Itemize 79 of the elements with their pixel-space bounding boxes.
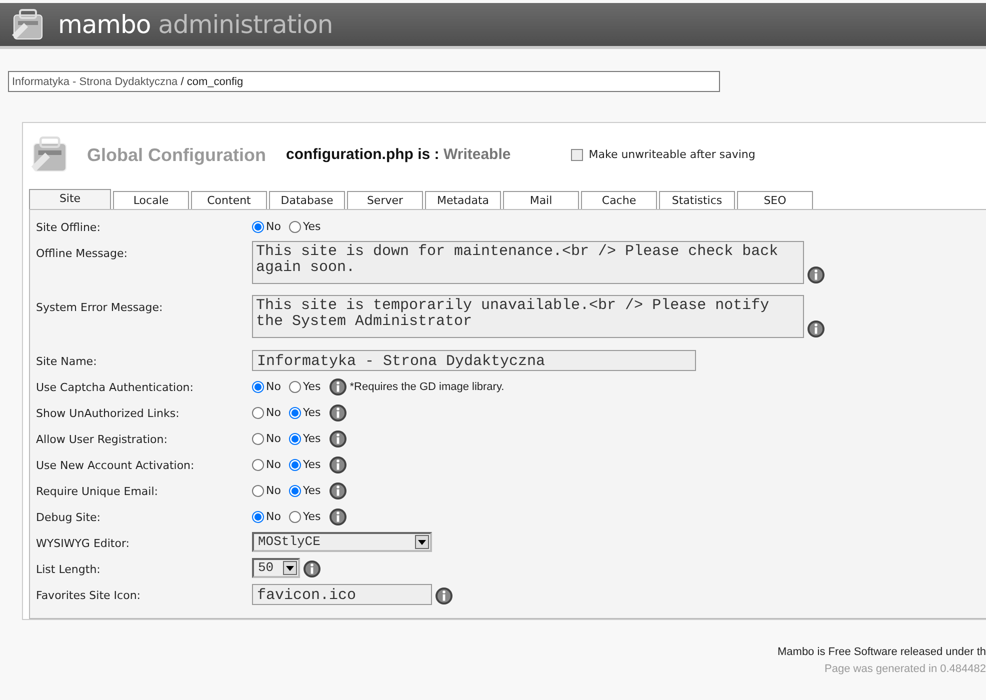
radio-button[interactable] bbox=[252, 381, 264, 394]
radio-button[interactable] bbox=[252, 221, 264, 234]
tab[interactable]: Database bbox=[269, 191, 345, 209]
radio-button[interactable] bbox=[252, 433, 264, 446]
radio-label: No bbox=[266, 509, 281, 525]
radio-label: No bbox=[266, 457, 281, 473]
field-label: Use New Account Activation: bbox=[36, 458, 196, 474]
info-icon[interactable] bbox=[328, 508, 347, 526]
radio-button[interactable] bbox=[252, 511, 264, 524]
field-label: Debug Site: bbox=[36, 510, 102, 526]
radio-button[interactable] bbox=[252, 459, 264, 472]
page-title: Global Configuration bbox=[87, 144, 266, 167]
checkbox-label: Make unwriteable after saving bbox=[588, 146, 756, 163]
radio-label: Yes bbox=[302, 431, 321, 447]
radio-label: Yes bbox=[302, 483, 321, 499]
field-label: Offline Message: bbox=[36, 246, 129, 262]
tab[interactable]: Server bbox=[347, 191, 423, 209]
info-icon[interactable] bbox=[807, 320, 825, 338]
caret-icon bbox=[418, 540, 426, 544]
mambo-link[interactable]: Mambo bbox=[778, 646, 814, 658]
radio-button[interactable] bbox=[252, 485, 264, 498]
radio-button[interactable] bbox=[252, 407, 264, 420]
info-icon[interactable] bbox=[435, 587, 453, 605]
text-field[interactable]: favicon.ico bbox=[252, 584, 432, 605]
radio-button[interactable] bbox=[288, 433, 301, 446]
select-field[interactable]: 50 bbox=[252, 558, 300, 578]
tab[interactable]: Mail bbox=[503, 191, 579, 209]
radio-button[interactable] bbox=[288, 407, 301, 420]
field-label: Site Name: bbox=[36, 354, 98, 370]
tab[interactable]: Cache bbox=[581, 191, 657, 209]
field-label: WYSIWYG Editor: bbox=[36, 536, 131, 552]
pathway-bar: Informatyka - Strona Dydaktyczna / com_config bbox=[8, 71, 720, 92]
tab[interactable]: Metadata bbox=[425, 191, 501, 209]
tab[interactable]: Statistics bbox=[659, 191, 735, 209]
info-icon[interactable] bbox=[807, 266, 825, 284]
text-area[interactable]: This site is temporarily unavailable.<br /> Please notify the System Administrator bbox=[252, 295, 804, 338]
radio-label: No bbox=[266, 379, 281, 395]
radio-label: No bbox=[266, 405, 281, 421]
field-label: System Error Message: bbox=[36, 300, 164, 316]
radio-label: Yes bbox=[302, 219, 321, 235]
info-icon[interactable] bbox=[328, 378, 347, 396]
checkbox[interactable] bbox=[570, 149, 583, 161]
file-status: configuration.php is : Writeable bbox=[286, 144, 511, 165]
info-icon[interactable] bbox=[328, 482, 347, 500]
text-field[interactable]: Informatyka - Strona Dydaktyczna bbox=[252, 350, 696, 371]
radio-label: No bbox=[266, 219, 281, 235]
tab[interactable]: Site bbox=[29, 189, 111, 209]
generated-text: Page was generated in 0.484482 bbox=[824, 662, 986, 676]
field-label: Show UnAuthorized Links: bbox=[36, 406, 180, 422]
radio-button[interactable] bbox=[288, 221, 301, 234]
select-field[interactable]: MOStlyCE bbox=[252, 532, 432, 552]
radio-button[interactable] bbox=[288, 459, 301, 472]
note-text: *Requires the GD image library. bbox=[350, 380, 504, 395]
info-icon[interactable] bbox=[328, 456, 347, 474]
field-label: Use Captcha Authentication: bbox=[36, 380, 194, 396]
radio-label: Yes bbox=[302, 379, 321, 395]
field-label: Allow User Registration: bbox=[36, 432, 168, 448]
radio-button[interactable] bbox=[288, 511, 301, 524]
info-icon[interactable] bbox=[328, 404, 347, 422]
field-label: Favorites Site Icon: bbox=[36, 588, 142, 604]
field-label: Site Offline: bbox=[36, 220, 102, 236]
brand-title: mambo administration bbox=[58, 8, 333, 41]
tab[interactable]: Locale bbox=[113, 191, 189, 209]
field-label: List Length: bbox=[36, 562, 102, 578]
text-area[interactable]: This site is down for maintenance.<br /> Please check back again soon. bbox=[252, 241, 804, 284]
radio-label: No bbox=[266, 483, 281, 499]
radio-label: Yes bbox=[302, 509, 321, 525]
field-label: Require Unique Email: bbox=[36, 484, 159, 500]
radio-label: Yes bbox=[302, 405, 321, 421]
tab[interactable]: SEO bbox=[737, 191, 813, 209]
tab[interactable]: Content bbox=[191, 191, 267, 209]
radio-button[interactable] bbox=[288, 485, 301, 498]
radio-label: No bbox=[266, 431, 281, 447]
caret-icon bbox=[286, 566, 294, 570]
info-icon[interactable] bbox=[303, 560, 321, 578]
info-icon[interactable] bbox=[328, 430, 347, 448]
radio-label: Yes bbox=[302, 457, 321, 473]
radio-button[interactable] bbox=[288, 381, 301, 394]
footer-text: Mambo is Free Software released under th bbox=[778, 645, 986, 660]
